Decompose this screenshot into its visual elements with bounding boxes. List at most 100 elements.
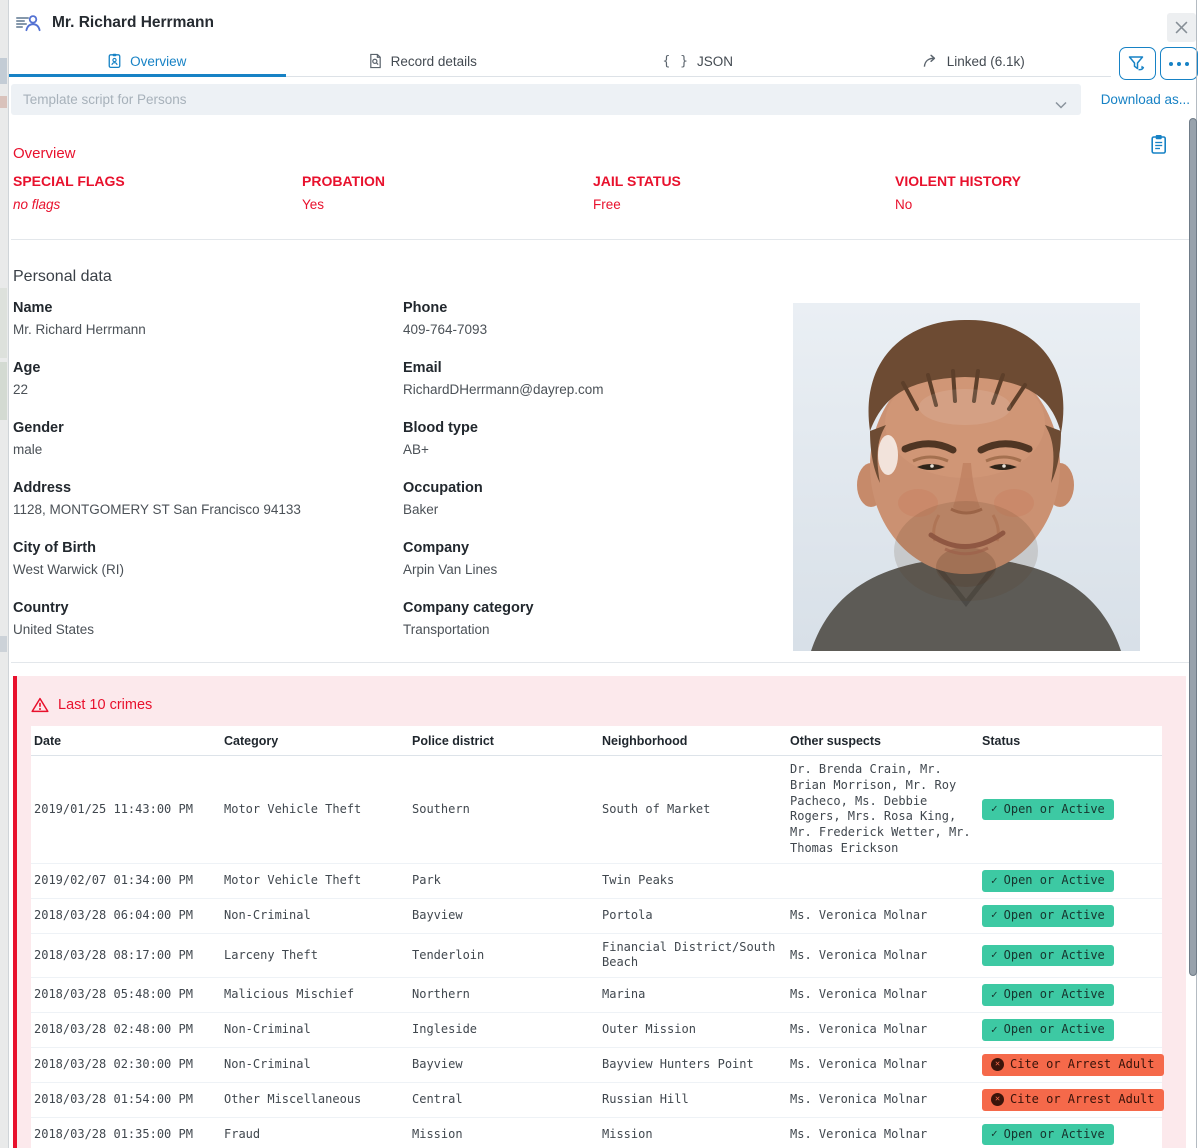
close-icon [1175, 21, 1188, 34]
flag-label: PROBATION [302, 173, 593, 189]
cell-category: Non-Criminal [221, 898, 409, 933]
column-header: Date [31, 726, 221, 756]
field-value: 409-764-7093 [403, 322, 788, 337]
cell-date: 2018/03/28 02:30:00 PM [31, 1047, 221, 1082]
flag-value: Free [593, 197, 895, 212]
vertical-scrollbar-thumb[interactable] [1189, 118, 1197, 976]
tab-label: Linked (6.1k) [947, 54, 1025, 69]
cell-district: Bayview [409, 1047, 599, 1082]
field-value: AB+ [403, 442, 788, 457]
field-value: 1128, MONTGOMERY ST San Francisco 94133 [13, 502, 398, 517]
active-tab-underline [9, 74, 286, 77]
tab-label: Overview [130, 54, 186, 69]
download-as-link[interactable]: Download as... [1101, 84, 1190, 115]
personal-data-heading: Personal data [13, 268, 112, 286]
cell-district: Southern [409, 756, 599, 864]
person-icon [23, 13, 43, 33]
more-options-button[interactable] [1160, 47, 1198, 80]
crime-row: 2018/03/28 06:04:00 PMNon-CriminalBayvie… [31, 898, 1162, 933]
field-label: City of Birth [13, 540, 398, 556]
id-card-icon [107, 53, 122, 69]
cell-suspects: Ms. Veronica Molnar [787, 1047, 979, 1082]
background-artifact [0, 362, 7, 420]
cell-neighborhood: South of Market [599, 756, 787, 864]
cell-suspects: Ms. Veronica Molnar [787, 978, 979, 1013]
status-badge: ✓Open or Active [982, 905, 1114, 927]
field-label: Gender [13, 420, 398, 436]
cell-neighborhood: Marina [599, 978, 787, 1013]
field-label: Name [13, 300, 398, 316]
check-icon: ✓ [991, 802, 998, 817]
portrait-photo [793, 303, 1140, 651]
filter-export-icon [1128, 55, 1147, 73]
column-header: Police district [409, 726, 599, 756]
check-icon: ✓ [991, 1127, 998, 1142]
cell-neighborhood: Outer Mission [599, 1013, 787, 1048]
cell-neighborhood: Financial District/South Beach [599, 933, 787, 978]
tab-label: JSON [697, 54, 733, 69]
status-label: Cite or Arrest Adult [1010, 1092, 1155, 1108]
cell-category: Other Miscellaneous [221, 1082, 409, 1117]
cell-status: ✓ Open or Active [979, 978, 1162, 1013]
cell-neighborhood: Bayview Hunters Point [599, 1047, 787, 1082]
flag-label: VIOLENT HISTORY [895, 173, 1162, 189]
crime-row: 2019/02/07 01:34:00 PMMotor Vehicle Thef… [31, 863, 1162, 898]
crime-row: 2018/03/28 01:54:00 PMOther Miscellaneou… [31, 1082, 1162, 1117]
personal-field: Phone 409-764-7093 [403, 300, 788, 337]
crime-row: 2018/03/28 02:30:00 PMNon-CriminalBayvie… [31, 1047, 1162, 1082]
flag-label: JAIL STATUS [593, 173, 895, 189]
cell-district: Tenderloin [409, 933, 599, 978]
cell-district: Bayview [409, 898, 599, 933]
cell-date: 2018/03/28 02:48:00 PM [31, 1013, 221, 1048]
field-label: Age [13, 360, 398, 376]
cell-status: ✕Cite or Arrest Adult [979, 1082, 1162, 1117]
crimes-table-header-row: DateCategoryPolice districtNeighborhoodO… [31, 726, 1162, 756]
link-arrow-icon [922, 54, 939, 69]
check-icon: ✓ [991, 988, 998, 1003]
crime-row: 2019/01/25 11:43:00 PMMotor Vehicle Thef… [31, 756, 1162, 864]
copy-to-clipboard-button[interactable] [1150, 134, 1168, 154]
status-badge: ✕Cite or Arrest Adult [982, 1089, 1164, 1111]
crimes-section: Last 10 crimes DateCategoryPolice distri… [13, 676, 1186, 1148]
template-script-select[interactable]: Template script for Persons [11, 84, 1081, 115]
cell-status: ✕Cite or Arrest Adult [979, 1047, 1162, 1082]
flag-value: no flags [13, 197, 302, 212]
flag-value: No [895, 197, 1162, 212]
field-value: United States [13, 622, 398, 637]
field-label: Company [403, 540, 788, 556]
status-label: Open or Active [1004, 987, 1105, 1003]
select-placeholder: Template script for Persons [23, 92, 187, 107]
cell-date: 2018/03/28 01:54:00 PM [31, 1082, 221, 1117]
flag-item: VIOLENT HISTORY No [895, 173, 1162, 212]
field-value: West Warwick (RI) [13, 562, 398, 577]
tab-bar: Overview Record details { } JSON Linked … [9, 46, 1111, 77]
personal-field: Gender male [13, 420, 398, 457]
tab-linked[interactable]: Linked (6.1k) [836, 46, 1112, 76]
check-icon: ✓ [991, 874, 998, 889]
person-record-dialog: Mr. Richard Herrmann Overview Record det… [8, 0, 1202, 1148]
background-artifact [0, 636, 7, 652]
personal-fields-right: Phone 409-764-7093 Email RichardDHerrman… [403, 300, 788, 660]
circle-x-icon: ✕ [991, 1058, 1004, 1071]
cell-date: 2019/01/25 11:43:00 PM [31, 756, 221, 864]
close-button[interactable] [1167, 13, 1196, 42]
cell-suspects: Ms. Veronica Molnar [787, 1013, 979, 1048]
cell-status: ✓Open or Active [979, 1013, 1162, 1048]
tab-json[interactable]: { } JSON [560, 46, 836, 76]
tab-overview[interactable]: Overview [9, 46, 285, 76]
cell-district: Central [409, 1082, 599, 1117]
filter-export-button[interactable] [1119, 47, 1156, 80]
cell-suspects: Dr. Brenda Crain, Mr. Brian Morrison, Mr… [787, 756, 979, 864]
personal-field: Occupation Baker [403, 480, 788, 517]
cell-category: Larceny Theft [221, 933, 409, 978]
crimes-heading-row: Last 10 crimes [17, 676, 1186, 713]
background-artifact [0, 58, 7, 84]
field-label: Country [13, 600, 398, 616]
column-header: Other suspects [787, 726, 979, 756]
field-label: Company category [403, 600, 788, 616]
flag-value: Yes [302, 197, 593, 212]
crimes-table: DateCategoryPolice districtNeighborhoodO… [31, 726, 1162, 1148]
divider [11, 662, 1193, 663]
warning-icon [31, 697, 49, 713]
tab-record-details[interactable]: Record details [285, 46, 561, 76]
